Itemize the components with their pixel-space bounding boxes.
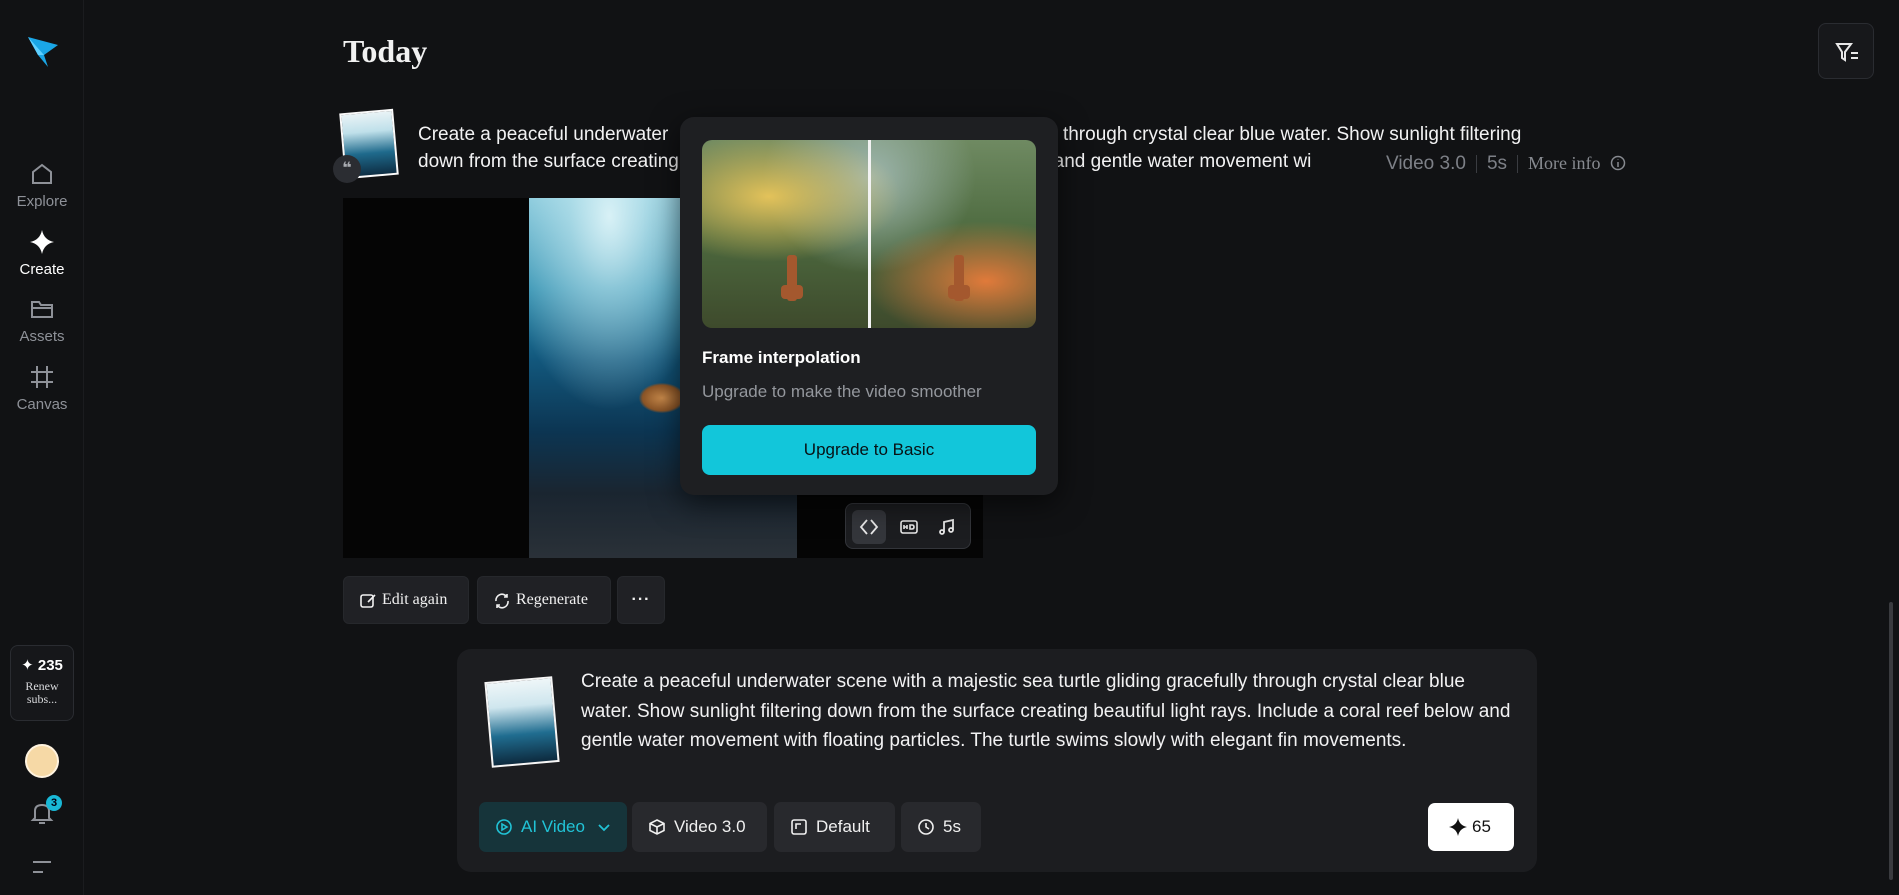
hd-upscale-button[interactable] [892,510,926,544]
add-audio-button[interactable] [930,510,964,544]
upgrade-button[interactable]: Upgrade to Basic [702,425,1036,475]
sparkle-icon [1449,818,1467,836]
giraffe-left [781,255,803,301]
frame-interpolation-popup: Frame interpolation Upgrade to make the … [680,117,1058,495]
frame-interpolation-button[interactable] [852,510,886,544]
video-tools [845,503,971,549]
page-title: Today [343,33,428,69]
sidebar-item-canvas[interactable]: Canvas [0,364,84,413]
regenerate-button[interactable]: Regenerate [477,576,611,624]
credits-count: ✦ 235 [21,657,63,674]
sidebar-item-label: Canvas [16,396,68,413]
home-icon [32,163,52,184]
generation-meta: Video 3.0 5s More info [1382,153,1626,175]
sidebar-item-assets[interactable]: Assets [0,296,84,345]
music-icon [939,518,954,535]
scrollbar[interactable] [1889,602,1893,880]
aspect-ratio-icon [791,819,807,835]
sidebar: Explore Create Assets Canvas ✦ 235 Renew… [0,0,84,895]
sidebar-item-create[interactable]: Create [0,229,84,278]
mode-select[interactable]: AI Video [479,802,627,852]
hd-icon [900,520,918,534]
credits-box[interactable]: ✦ 235 Renew subs... [10,645,74,721]
info-icon[interactable] [1610,155,1626,171]
grid-icon [31,366,53,388]
generate-button[interactable]: 65 [1428,803,1514,851]
clock-icon [918,819,934,835]
prompt-line2-right: low and gentle water movement wi [1019,151,1312,172]
edit-again-button[interactable]: Edit again [343,576,469,624]
sparkle-icon [30,230,54,254]
quote-icon[interactable]: ❝ [333,155,361,183]
reference-image[interactable] [484,676,560,768]
refresh-icon [495,593,509,609]
cube-icon [649,819,665,835]
prompt-composer: Create a peaceful underwater scene with … [457,649,1537,872]
logo-icon[interactable] [26,33,60,69]
filter-icon [1835,43,1858,62]
comparison-image [702,140,1036,328]
chevron-down-icon [598,824,610,832]
menu-icon[interactable] [31,858,53,876]
prompt-line1-right: efully through crystal clear blue water.… [1013,124,1522,145]
folder-icon [31,301,53,318]
sidebar-item-label: Assets [19,328,65,345]
giraffe-right [948,255,970,301]
sea-turtle [639,383,685,413]
interpolation-icon [859,519,879,535]
prompt-line2-left: down from the surface creating [418,151,679,172]
more-info-link[interactable]: More info [1528,153,1600,173]
sidebar-item-explore[interactable]: Explore [0,161,84,210]
notification-badge: 3 [46,795,62,811]
ai-video-icon [496,819,512,835]
duration-label: 5s [1486,153,1508,174]
popup-subtitle: Upgrade to make the video smoother [702,382,982,401]
avatar[interactable] [25,744,59,778]
edit-icon [360,594,376,608]
filter-button[interactable] [1818,23,1874,79]
prompt-line1-left: Create a peaceful underwater [418,124,669,145]
model-label: Video 3.0 [1386,153,1466,174]
popup-title: Frame interpolation [702,348,861,367]
sidebar-item-label: Create [19,261,65,278]
sidebar-item-label: Explore [16,193,68,210]
comparison-divider [868,140,871,328]
duration-select[interactable]: 5s [901,802,981,852]
prompt-input[interactable]: Create a peaceful underwater scene with … [581,667,1511,756]
model-select[interactable]: Video 3.0 [632,802,767,852]
ratio-select[interactable]: Default [774,802,895,852]
more-options-button[interactable]: ··· [617,576,665,624]
renew-subscription-label: Renew subs... [25,679,59,706]
